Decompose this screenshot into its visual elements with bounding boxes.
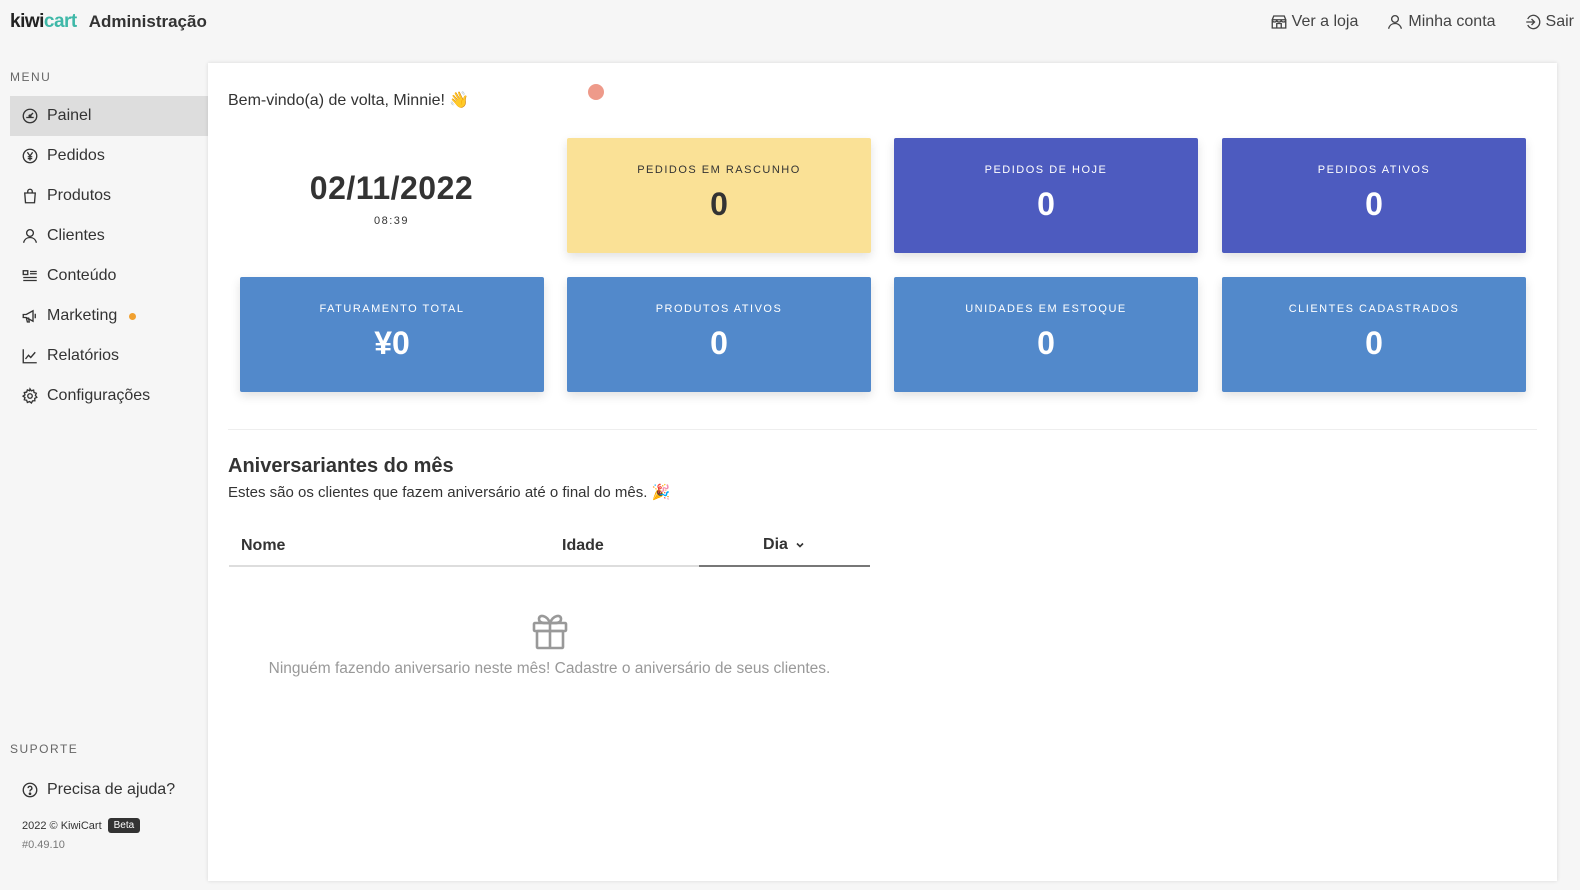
stat-label: PEDIDOS DE HOJE <box>984 164 1108 176</box>
stat-value: 0 <box>1037 325 1055 361</box>
sidebar-item-help[interactable]: Precisa de ajuda? <box>10 770 208 810</box>
column-header-day-label: Dia <box>763 536 788 553</box>
copyright-text: 2022 © KiwiCart <box>22 819 102 832</box>
stat-card-active-orders[interactable]: PEDIDOS ATIVOS 0 <box>1222 138 1526 253</box>
app-title: Administração <box>88 12 207 31</box>
sidebar-item-label: Conteúdo <box>47 267 117 284</box>
stat-card-draft-orders[interactable]: PEDIDOS EM RASCUNHO 0 <box>567 138 871 253</box>
sidebar-item-label: Configurações <box>47 387 151 404</box>
stat-label: PEDIDOS ATIVOS <box>1317 164 1431 176</box>
birthdays-table-header: Nome Idade Dia <box>229 523 870 567</box>
stat-label: PEDIDOS EM RASCUNHO <box>637 164 801 176</box>
column-header-day[interactable]: Dia <box>699 523 870 567</box>
stat-value: 0 <box>1365 186 1383 222</box>
menu-list: Painel Pedidos Produtos Clientes Conteúd… <box>10 96 208 416</box>
sidebar-item-conteudo[interactable]: Conteúdo <box>10 256 208 296</box>
stat-label: CLIENTES CADASTRADOS <box>1288 303 1460 315</box>
notification-dot <box>129 312 137 320</box>
stat-card-registered-customers[interactable]: CLIENTES CADASTRADOS 0 <box>1222 277 1526 392</box>
welcome-message: Bem-vindo(a) de volta, Minnie! 👋 <box>228 92 470 109</box>
sidebar-item-label: Produtos <box>47 187 112 204</box>
sidebar-item-label: Clientes <box>47 227 105 244</box>
help-icon <box>22 782 38 798</box>
sidebar-item-label: Marketing <box>47 307 118 324</box>
sidebar-item-clientes[interactable]: Clientes <box>10 216 208 256</box>
stat-label: UNIDADES EM ESTOQUE <box>965 303 1127 315</box>
stat-card-stock-units[interactable]: UNIDADES EM ESTOQUE 0 <box>894 277 1198 392</box>
sidebar-item-label: Pedidos <box>47 147 105 164</box>
view-store-label: Ver a loja <box>1291 13 1359 30</box>
birthdays-subtitle: Estes são os clientes que fazem aniversá… <box>228 484 671 501</box>
sidebar-item-produtos[interactable]: Produtos <box>10 176 208 216</box>
current-time: 08:39 <box>373 215 410 227</box>
stat-card-active-products[interactable]: PRODUTOS ATIVOS 0 <box>567 277 871 392</box>
stat-value: 0 <box>710 186 728 222</box>
birthdays-title: Aniversariantes do mês <box>228 455 454 477</box>
dashboard-panel: Bem-vindo(a) de volta, Minnie! 👋 02/11/2… <box>208 63 1557 881</box>
recording-indicator <box>588 84 604 100</box>
stat-label: PRODUTOS ATIVOS <box>655 303 783 315</box>
section-divider <box>228 429 1537 430</box>
support-heading: SUPORTE <box>10 742 79 756</box>
sidebar-item-marketing[interactable]: Marketing <box>10 296 208 336</box>
current-date: 02/11/2022 <box>309 170 474 206</box>
kiwicart-logo[interactable]: kiwi cart <box>10 11 77 33</box>
column-header-age[interactable]: Idade <box>562 537 604 555</box>
view-store-link[interactable]: Ver a loja <box>1270 13 1359 31</box>
user-icon <box>22 228 38 243</box>
sidebar-item-relatorios[interactable]: Relatórios <box>10 336 208 376</box>
logout-label: Sair <box>1545 13 1574 30</box>
column-header-name[interactable]: Nome <box>241 537 285 555</box>
beta-badge: Beta <box>107 818 141 833</box>
store-icon <box>1271 15 1287 29</box>
sidebar-footer: 2022 © KiwiCart Beta #0.49.10 <box>22 818 141 851</box>
sidebar-item-configuracoes[interactable]: Configurações <box>10 376 208 416</box>
content-icon <box>22 270 37 282</box>
date-widget: 02/11/2022 08:39 <box>240 138 543 253</box>
gear-icon <box>21 387 38 404</box>
shopping-bag-icon <box>24 188 36 204</box>
stat-value: ¥0 <box>374 325 410 361</box>
my-account-link[interactable]: Minha conta <box>1386 13 1496 31</box>
chart-icon <box>22 349 37 364</box>
sidebar: MENU Painel Pedidos Produtos Clientes Co… <box>0 44 208 890</box>
stat-value: 0 <box>1037 186 1055 222</box>
stat-card-today-orders[interactable]: PEDIDOS DE HOJE 0 <box>894 138 1198 253</box>
top-bar: kiwi cart Administração Ver a loja Minha … <box>0 0 1580 44</box>
logout-icon <box>1525 14 1540 30</box>
yen-circle-icon <box>22 148 38 164</box>
top-actions: Ver a loja Minha conta Sair <box>1270 0 1574 44</box>
empty-state: Ninguém fazendo aniversario neste mês! C… <box>229 609 870 678</box>
sidebar-item-label: Painel <box>47 107 92 124</box>
user-icon <box>1388 14 1403 29</box>
sidebar-item-pedidos[interactable]: Pedidos <box>10 136 208 176</box>
dashboard-icon <box>22 108 38 124</box>
gift-icon <box>532 614 567 650</box>
version-text: #0.49.10 <box>22 839 65 851</box>
stat-card-total-revenue[interactable]: FATURAMENTO TOTAL ¥0 <box>240 277 544 392</box>
chevron-down-icon <box>796 542 804 548</box>
help-label: Precisa de ajuda? <box>47 781 176 798</box>
sidebar-item-label: Relatórios <box>47 347 120 364</box>
menu-heading: MENU <box>10 70 52 84</box>
logout-link[interactable]: Sair <box>1524 13 1574 31</box>
empty-state-text: Ninguém fazendo aniversario neste mês! C… <box>268 660 831 677</box>
stat-value: 0 <box>710 325 728 361</box>
my-account-label: Minha conta <box>1408 13 1496 30</box>
stat-label: FATURAMENTO TOTAL <box>319 303 465 315</box>
megaphone-icon <box>22 309 36 323</box>
help-link[interactable]: Precisa de ajuda? <box>10 770 208 810</box>
sidebar-item-painel[interactable]: Painel <box>10 96 208 136</box>
stat-value: 0 <box>1365 325 1383 361</box>
